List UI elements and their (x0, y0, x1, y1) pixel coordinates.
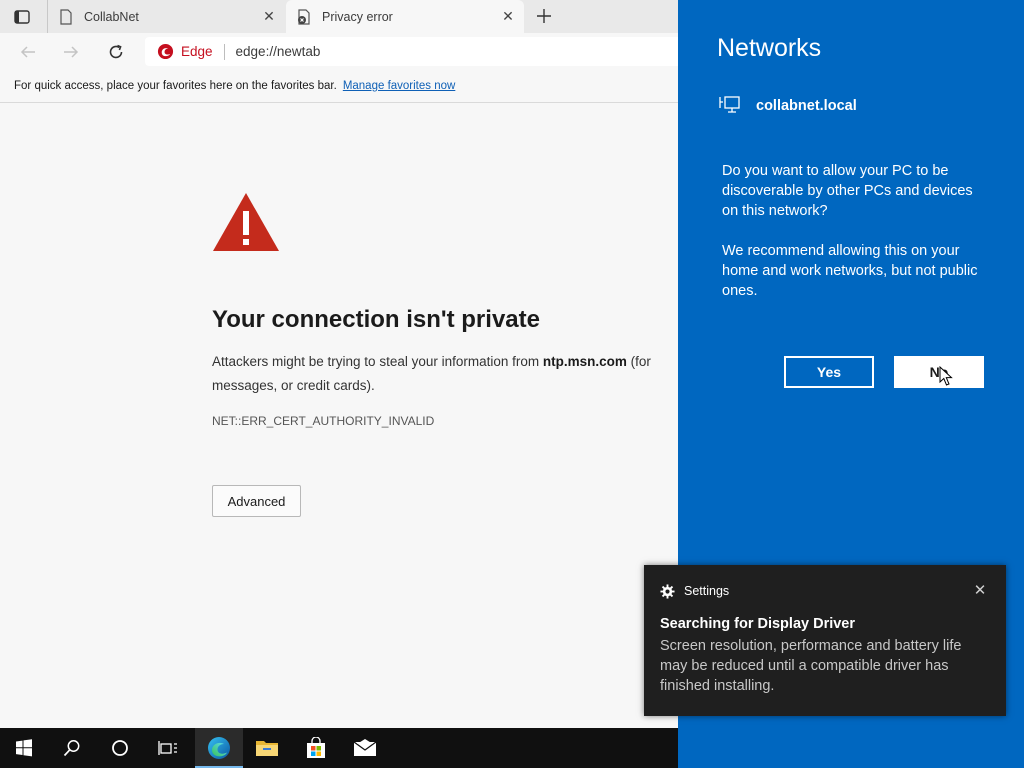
start-button[interactable] (0, 728, 48, 768)
cortana-icon (112, 740, 128, 756)
manage-favorites-link[interactable]: Manage favorites now (343, 80, 456, 92)
error-domain: ntp.msn.com (542, 354, 627, 369)
tab-bar: CollabNet ✕ Privacy error ✕ (0, 0, 678, 33)
gear-icon (660, 584, 675, 599)
close-icon[interactable]: ✕ (261, 8, 277, 25)
url-text[interactable]: edge://newtab (236, 44, 321, 59)
tab-title: Privacy error (322, 9, 393, 24)
favorites-bar-message: For quick access, place your favorites h… (14, 80, 337, 92)
back-arrow-icon (20, 46, 35, 58)
address-divider (223, 43, 225, 60)
refresh-icon (109, 44, 123, 59)
tab-privacy-error[interactable]: Privacy error ✕ (286, 0, 524, 33)
settings-notification[interactable]: Settings ✕ Searching for Display Driver … (644, 565, 1006, 716)
favorites-bar: For quick access, place your favorites h… (0, 70, 678, 103)
close-icon[interactable]: ✕ (500, 8, 516, 25)
warning-icon (213, 193, 279, 251)
network-name: collabnet.local (756, 98, 857, 114)
browser-window: CollabNet ✕ Privacy error ✕ Edge edge://… (0, 0, 678, 728)
yes-button[interactable]: Yes (784, 356, 874, 388)
edge-icon (208, 737, 230, 759)
networks-title: Networks (717, 34, 822, 62)
taskbar-file-explorer[interactable] (243, 728, 291, 768)
notification-app-name: Settings (684, 584, 730, 598)
taskbar-mail[interactable] (341, 728, 389, 768)
task-view-icon (158, 741, 177, 755)
file-explorer-icon (256, 741, 278, 756)
start-icon (16, 739, 32, 757)
close-icon[interactable]: ✕ (972, 582, 988, 599)
new-tab-button[interactable] (533, 5, 555, 27)
refresh-button[interactable] (105, 41, 127, 63)
task-view-button[interactable] (144, 728, 192, 768)
search-icon (63, 740, 80, 757)
advanced-button[interactable]: Advanced (212, 485, 301, 517)
tab-title: CollabNet (84, 9, 139, 24)
error-text-suffix: (for (626, 354, 651, 369)
tab-actions-button[interactable] (12, 7, 32, 27)
forward-button[interactable] (60, 41, 82, 63)
notification-body: Screen resolution, performance and batte… (660, 638, 962, 694)
taskbar (0, 728, 678, 768)
error-title: Your connection isn't private (212, 306, 540, 333)
error-description: Attackers might be trying to steal your … (212, 350, 678, 398)
back-button[interactable] (17, 41, 39, 63)
page-content: Your connection isn't private Attackers … (0, 103, 678, 728)
notification-title: Searching for Display Driver (660, 616, 856, 632)
page-icon (58, 8, 74, 25)
forward-arrow-icon (64, 46, 79, 58)
edge-brand-label: Edge (181, 44, 213, 59)
tab-collabnet[interactable]: CollabNet ✕ (47, 0, 285, 33)
taskbar-store[interactable] (292, 728, 340, 768)
browser-toolbar: Edge edge://newtab (0, 33, 678, 70)
taskbar-edge[interactable] (195, 728, 243, 768)
plus-icon (537, 9, 551, 23)
mail-icon (353, 739, 377, 756)
ethernet-network-icon (719, 96, 740, 113)
tab-actions-icon (14, 10, 30, 24)
privacy-error-icon (296, 8, 312, 25)
error-text-line2: messages, or credit cards). (212, 378, 375, 393)
search-button[interactable] (48, 728, 96, 768)
address-bar[interactable]: Edge edge://newtab (145, 37, 678, 66)
mouse-cursor-icon (939, 366, 953, 386)
store-icon (307, 737, 325, 758)
cortana-button[interactable] (96, 728, 144, 768)
error-code: NET::ERR_CERT_AUTHORITY_INVALID (212, 414, 435, 428)
discoverable-question: Do you want to allow your PC to be disco… (722, 163, 973, 219)
edge-brand-icon (157, 43, 174, 60)
discoverable-recommendation: We recommend allowing this on your home … (722, 243, 978, 299)
error-text-prefix: Attackers might be trying to steal your … (212, 354, 543, 369)
